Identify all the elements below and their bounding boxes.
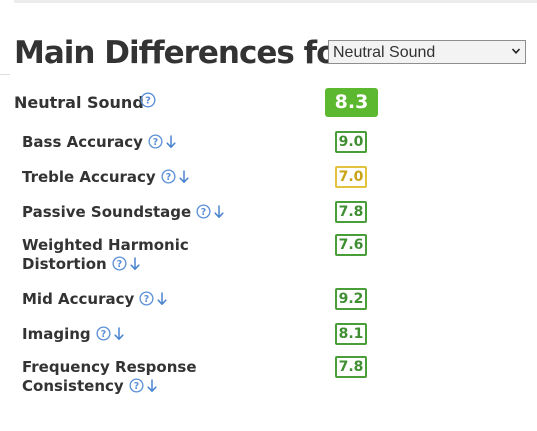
svg-text:?: ? xyxy=(201,207,206,218)
question-circle-icon[interactable]: ? xyxy=(161,169,176,184)
criterion-label: Bass Accuracy? xyxy=(22,133,252,152)
arrow-down-icon[interactable] xyxy=(214,205,224,219)
criterion-label-text: Mid Accuracy xyxy=(22,290,135,308)
question-circle-icon[interactable]: ? xyxy=(196,204,211,219)
criterion-label: Mid Accuracy? xyxy=(22,290,252,309)
left-edge-marker xyxy=(0,74,10,75)
top-divider xyxy=(14,0,537,3)
criterion-label-text: Passive Soundstage xyxy=(22,203,192,221)
test-select-dropdown[interactable]: Neutral Sound xyxy=(328,40,526,64)
question-circle-icon[interactable]: ? xyxy=(129,378,144,393)
arrow-down-icon[interactable] xyxy=(157,292,167,306)
criterion-score-badge: 9.0 xyxy=(335,131,367,153)
criterion-label-text: Frequency Response Consistency xyxy=(22,358,197,395)
svg-text:?: ? xyxy=(145,96,151,107)
question-circle-icon[interactable]: ? xyxy=(112,256,127,271)
criterion-label-text: Bass Accuracy xyxy=(22,133,143,151)
arrow-down-icon[interactable] xyxy=(179,170,189,184)
criterion-score-badge: 7.8 xyxy=(335,201,367,223)
question-circle-icon[interactable]: ? xyxy=(148,134,163,149)
criterion-score-badge: 8.1 xyxy=(335,323,367,345)
criterion-label: Imaging? xyxy=(22,325,252,344)
summary-label: Neutral Sound xyxy=(14,93,144,112)
question-circle-icon[interactable]: ? xyxy=(139,291,154,306)
chevron-down-icon xyxy=(511,48,521,54)
criterion-score-badge: 7.6 xyxy=(335,234,367,256)
criterion-label-text: Treble Accuracy xyxy=(22,168,156,186)
criterion-score-badge: 9.2 xyxy=(335,288,367,310)
arrow-down-icon[interactable] xyxy=(147,379,157,393)
criterion-label-text: Imaging xyxy=(22,325,91,343)
criterion-label: Weighted Harmonic Distortion? xyxy=(22,236,252,274)
criterion-label: Treble Accuracy? xyxy=(22,168,252,187)
criterion-score-badge: 7.0 xyxy=(335,166,367,188)
svg-text:?: ? xyxy=(116,259,121,270)
question-circle-icon[interactable]: ? xyxy=(140,92,156,108)
criterion-score-badge: 7.8 xyxy=(335,356,367,378)
criterion-label: Frequency Response Consistency? xyxy=(22,358,252,396)
page-title: Main Differences for xyxy=(14,35,352,71)
arrow-down-icon[interactable] xyxy=(166,135,176,149)
svg-text:?: ? xyxy=(100,329,105,340)
svg-text:?: ? xyxy=(144,294,149,305)
main-differences-header: Main Differences for Neutral Sound xyxy=(14,33,529,73)
svg-text:?: ? xyxy=(165,172,170,183)
arrow-down-icon[interactable] xyxy=(114,327,124,341)
svg-text:?: ? xyxy=(133,381,138,392)
criterion-label-text: Weighted Harmonic Distortion xyxy=(22,236,189,273)
svg-text:?: ? xyxy=(153,137,158,148)
summary-score-badge: 8.3 xyxy=(325,88,378,117)
arrow-down-icon[interactable] xyxy=(130,257,140,271)
question-circle-icon[interactable]: ? xyxy=(96,326,111,341)
summary-row: Neutral Sound ? 8.3 xyxy=(14,88,384,118)
test-select-value: Neutral Sound xyxy=(333,44,436,61)
criterion-label: Passive Soundstage? xyxy=(22,203,252,222)
